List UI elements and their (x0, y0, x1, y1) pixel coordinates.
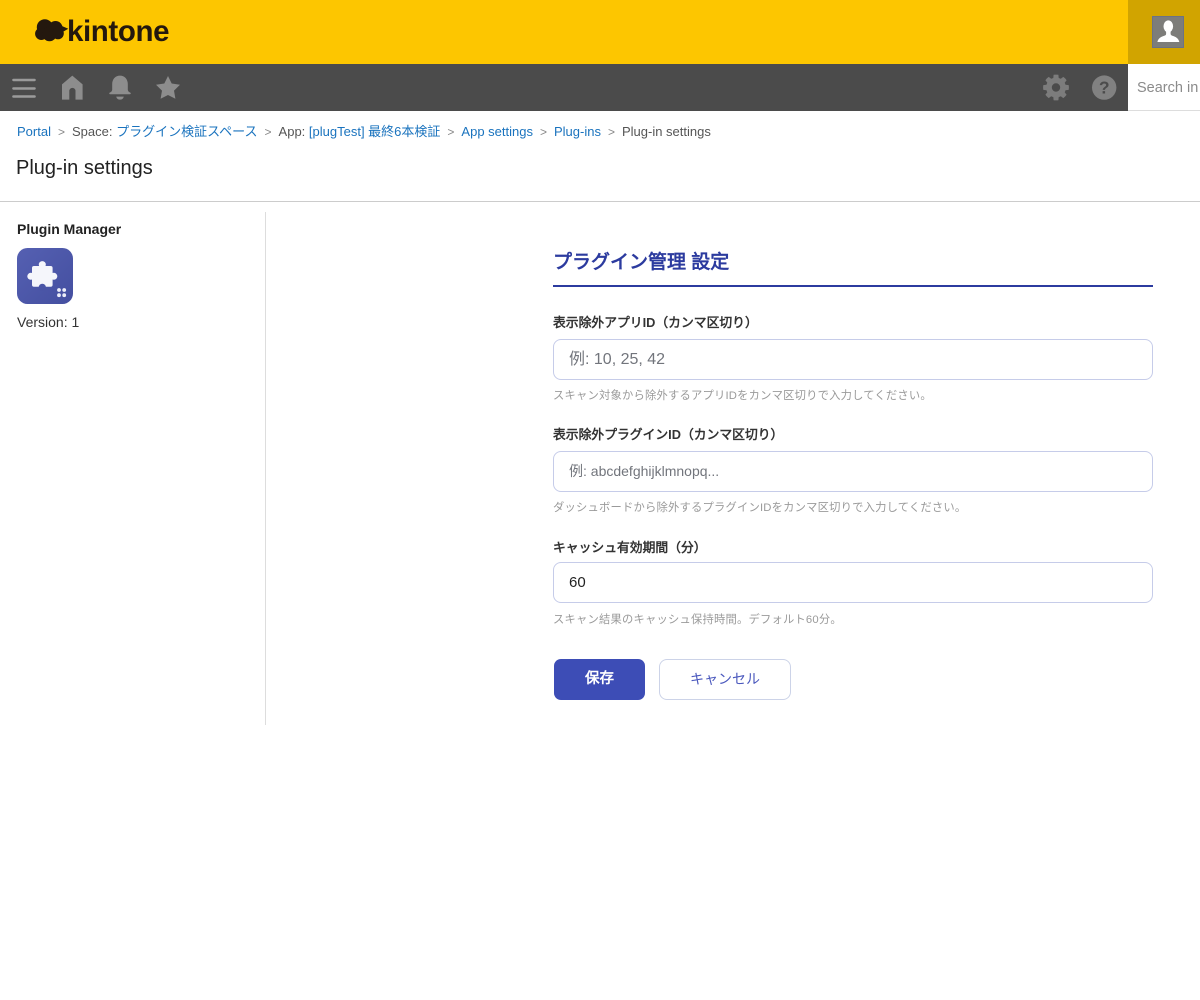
svg-text:?: ? (1099, 78, 1110, 98)
